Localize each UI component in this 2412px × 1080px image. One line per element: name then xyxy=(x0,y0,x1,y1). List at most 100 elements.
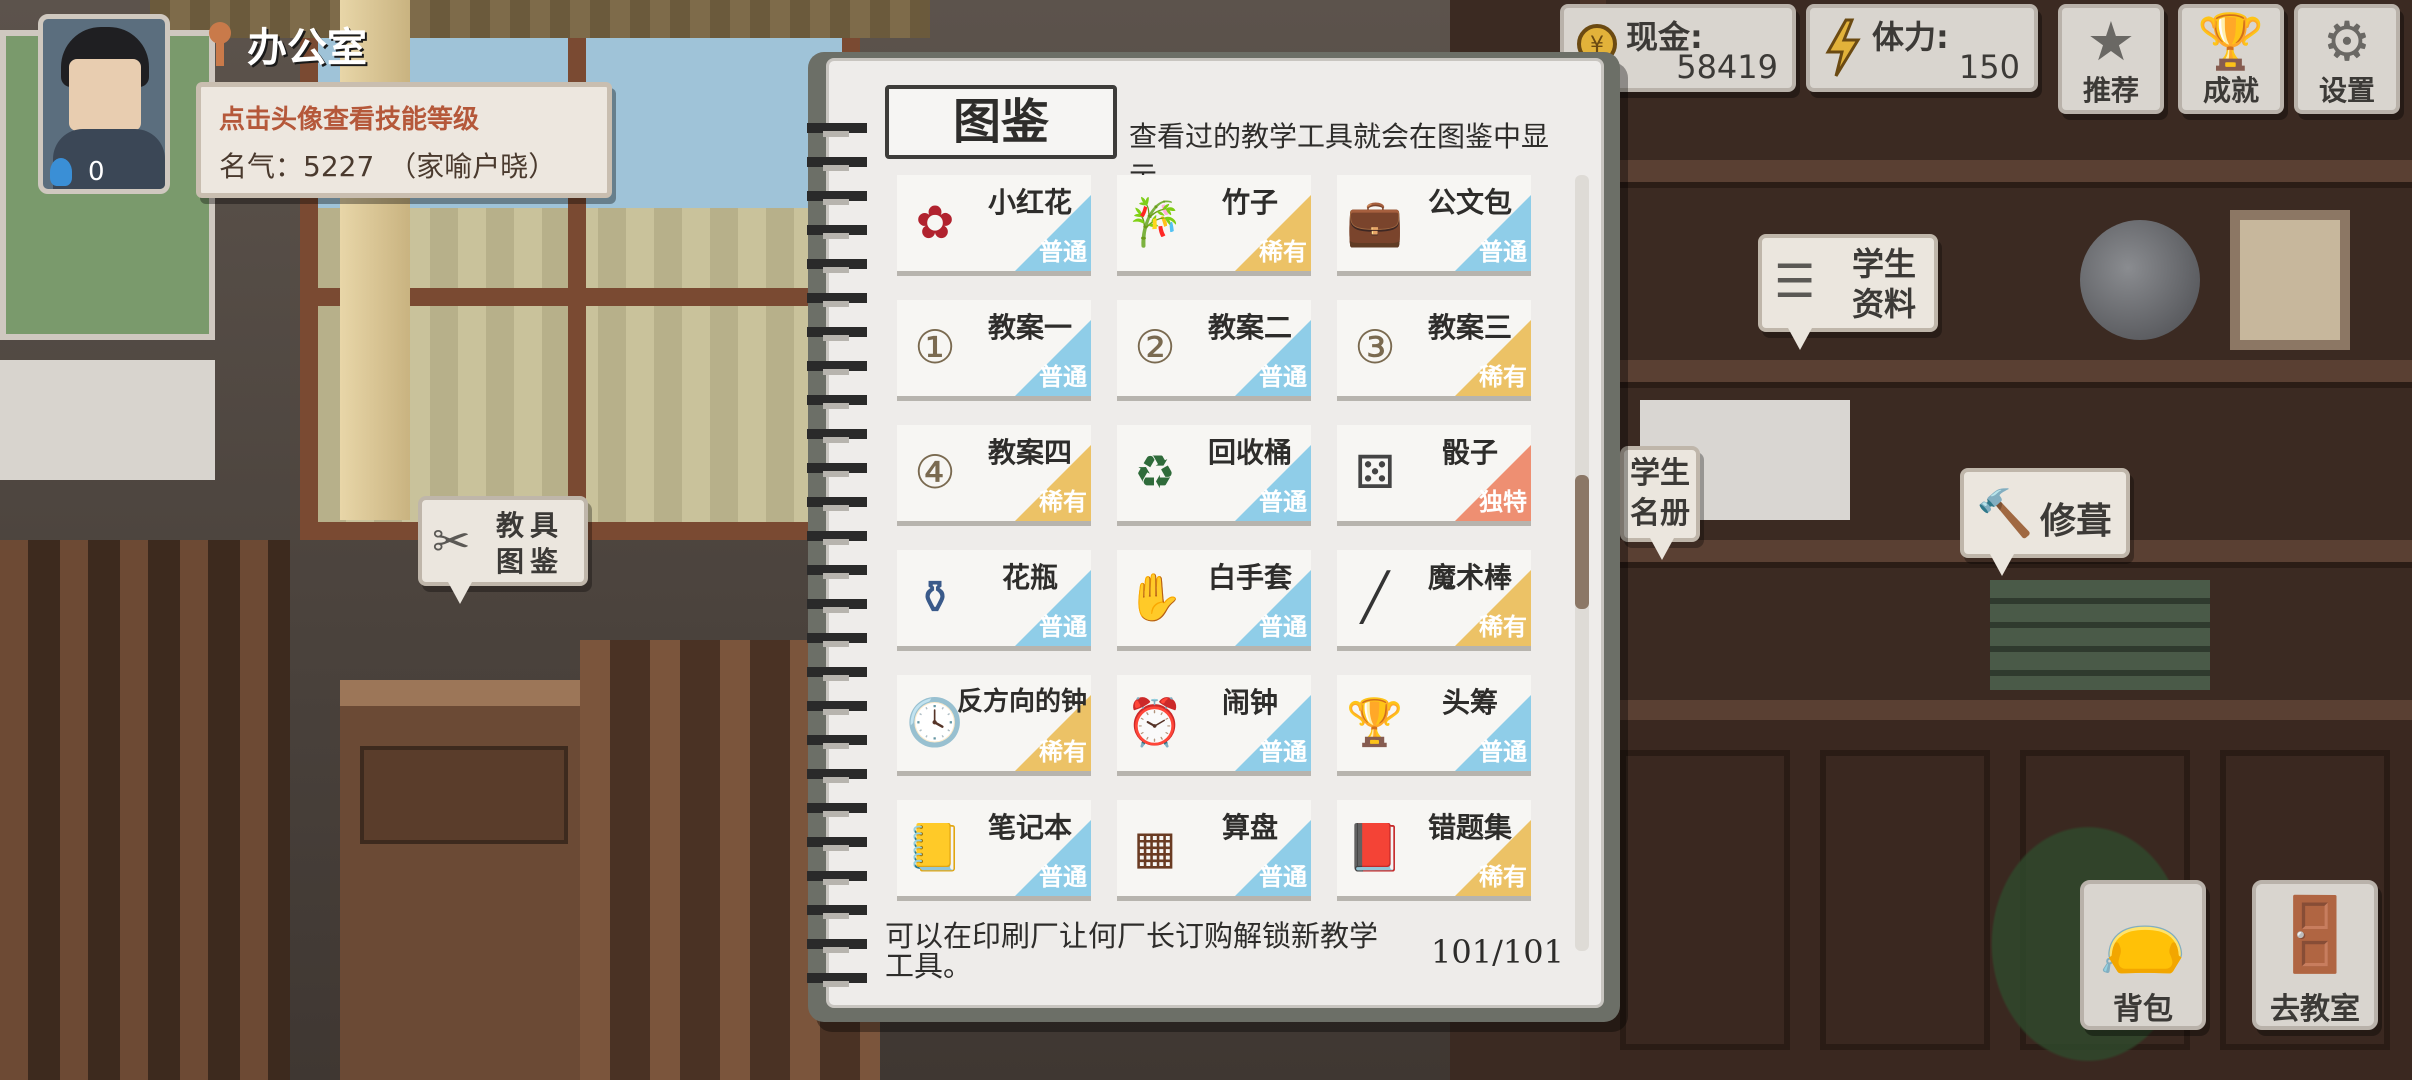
repair-bubble[interactable]: 🔨 修葺 xyxy=(1960,468,2130,576)
item-name: 算盘 xyxy=(1221,811,1278,844)
catalog-scrollbar[interactable] xyxy=(1575,175,1589,951)
catalog-item[interactable]: 🎋 竹子 稀有 xyxy=(1117,175,1311,271)
chair xyxy=(0,540,290,1080)
catalog-item[interactable]: ③ 教案三 稀有 xyxy=(1337,300,1531,396)
desk-drawer xyxy=(360,746,568,844)
item-rarity: 普通 xyxy=(1259,738,1307,766)
achievements-button[interactable]: 🏆 成就 xyxy=(2178,4,2284,114)
document-icon: ☰ xyxy=(1774,254,1816,308)
item-name: 白手套 xyxy=(1207,561,1292,594)
lesson-plan-1-icon: ① xyxy=(914,320,956,374)
skill-level-value: 0 xyxy=(88,157,105,187)
item-name: 魔术棒 xyxy=(1427,561,1512,594)
catalog-item[interactable]: 💼 公文包 普通 xyxy=(1337,175,1531,271)
item-name: 教案二 xyxy=(1207,311,1292,344)
catalog-item[interactable]: 📒 笔记本 普通 xyxy=(897,800,1091,896)
catalog-item[interactable]: ② 教案二 普通 xyxy=(1117,300,1311,396)
item-name: 笔记本 xyxy=(987,811,1072,844)
catalog-item[interactable]: ⏰ 闹钟 普通 xyxy=(1117,675,1311,771)
location-label: 办公室 xyxy=(205,14,367,74)
item-rarity: 稀有 xyxy=(1479,613,1527,641)
tools-icon: ✂ xyxy=(432,514,471,568)
catalog-page: 图鉴 查看过的教学工具就会在图鉴中显示。 ✿小红花普通🎋竹子稀有💼公文包普通①教… xyxy=(807,58,1604,1008)
lesson-plan-4-icon: ④ xyxy=(914,445,956,499)
stamina-display: 体力: 150 xyxy=(1806,4,2038,92)
location-name: 办公室 xyxy=(247,25,367,71)
bag-icon: 👝 xyxy=(2098,892,2188,976)
catalog-title: 图鉴 xyxy=(885,85,1117,159)
item-name: 回收桶 xyxy=(1207,436,1292,469)
shelf-board xyxy=(1580,160,2412,182)
vase-icon: ⚱ xyxy=(915,570,955,624)
item-rarity: 普通 xyxy=(1259,363,1307,391)
bamboo-icon: 🎋 xyxy=(1126,194,1184,249)
cabinet-door xyxy=(1620,750,1790,1050)
item-name: 竹子 xyxy=(1221,186,1278,219)
trophy-icon: 🏆 xyxy=(1346,694,1404,749)
lesson-plan-3-icon: ③ xyxy=(1354,320,1396,374)
catalog-item[interactable]: ④ 教案四 稀有 xyxy=(897,425,1091,521)
student-info-label: 学生资料 xyxy=(1852,245,1917,323)
item-rarity: 普通 xyxy=(1039,238,1087,266)
scrollbar-thumb[interactable] xyxy=(1575,475,1589,609)
hammer-icon: 🔨 xyxy=(1976,486,2034,540)
item-rarity: 独特 xyxy=(1479,488,1527,516)
catalog-item[interactable]: 🕓 反方向的钟 稀有 xyxy=(897,675,1091,771)
lightning-icon xyxy=(1825,18,1861,77)
globe-decoration xyxy=(2080,220,2200,340)
item-name: 闹钟 xyxy=(1221,686,1278,719)
shelf-board xyxy=(1580,360,2412,382)
bag-button[interactable]: 👝 背包 xyxy=(2080,880,2206,1030)
catalog-item[interactable]: ⚱ 花瓶 普通 xyxy=(897,550,1091,646)
spiral-binding xyxy=(807,111,867,991)
recommend-button[interactable]: ★ 推荐 xyxy=(2058,4,2164,114)
student-roster-label: 学生名册 xyxy=(1630,456,1690,531)
skill-level: 0 xyxy=(50,155,160,189)
photo-frame xyxy=(2230,210,2350,350)
catalog-item[interactable]: ✋ 白手套 普通 xyxy=(1117,550,1311,646)
book-stack xyxy=(1990,580,2210,690)
magic-wand-icon: ╱ xyxy=(1361,570,1389,624)
curtain xyxy=(340,0,410,520)
trophy-icon: 🏆 xyxy=(2197,10,2265,73)
catalog-tip: 可以在印刷厂让何厂长订购解锁新教学工具。 xyxy=(885,919,1379,983)
item-rarity: 普通 xyxy=(1479,238,1527,266)
go-to-classroom-button[interactable]: 🚪 去教室 xyxy=(2252,880,2378,1030)
location-pin-icon xyxy=(205,22,235,66)
catalog-item[interactable]: ♻ 回收桶 普通 xyxy=(1117,425,1311,521)
repair-label: 修葺 xyxy=(2040,501,2113,542)
item-name: 错题集 xyxy=(1427,811,1512,844)
item-rarity: 普通 xyxy=(1039,363,1087,391)
flower-icon: ✿ xyxy=(915,195,955,249)
fame-value: 名气：5227 （家喻户晓） xyxy=(219,150,557,183)
cash-value: 58419 xyxy=(1676,48,1778,86)
item-name: 教案四 xyxy=(987,436,1072,469)
catalog-item[interactable]: ✿ 小红花 普通 xyxy=(897,175,1091,271)
alphabet-chart xyxy=(0,360,215,480)
item-rarity: 普通 xyxy=(1039,863,1087,891)
item-rarity: 普通 xyxy=(1259,488,1307,516)
catalog-item[interactable]: ╱ 魔术棒稀有 xyxy=(1337,550,1531,646)
student-info-bubble[interactable]: ☰ 学生资料 xyxy=(1758,234,1938,350)
catalog-item[interactable]: 🏆 头筹 普通 xyxy=(1337,675,1531,771)
briefcase-icon: 💼 xyxy=(1346,194,1404,249)
glove-icon: ✋ xyxy=(1126,569,1184,624)
item-rarity: 普通 xyxy=(1479,738,1527,766)
catalog-notebook: 图鉴 查看过的教学工具就会在图鉴中显示。 ✿小红花普通🎋竹子稀有💼公文包普通①教… xyxy=(807,52,1620,1022)
student-roster-bubble[interactable]: 学生名册 xyxy=(1620,446,1700,560)
catalog-item[interactable]: ▦ 算盘 普通 xyxy=(1117,800,1311,896)
catalog-counter: 101/101 xyxy=(1431,933,1564,971)
item-name: 教案三 xyxy=(1427,311,1512,344)
shelf-board xyxy=(1580,700,2412,722)
catalog-item[interactable]: 📕 错题集 稀有 xyxy=(1337,800,1531,896)
catalog-item[interactable]: ⚄ 骰子 独特 xyxy=(1337,425,1531,521)
catalog-item[interactable]: ① 教案一普通 xyxy=(897,300,1091,396)
settings-button[interactable]: ⚙ 设置 xyxy=(2294,4,2400,114)
avatar-hint: 点击头像查看技能等级 xyxy=(219,105,480,135)
item-name: 教案一 xyxy=(987,311,1072,344)
mistake-book-icon: 📕 xyxy=(1346,819,1404,874)
catalog-grid[interactable]: ✿ 小红花 普通 🎋 竹子 稀有 💼 公文包 普通 ① 教案一 普通 ② 教案二 普通 ③ 教案三 稀有 ④ 教案四稀… xyxy=(897,175,1547,951)
catalog-bubble[interactable]: ✂ 教具图鉴 xyxy=(418,496,588,604)
catalog-bubble-label: 教具图鉴 xyxy=(496,509,565,578)
dice-icon: ⚄ xyxy=(1355,445,1395,499)
